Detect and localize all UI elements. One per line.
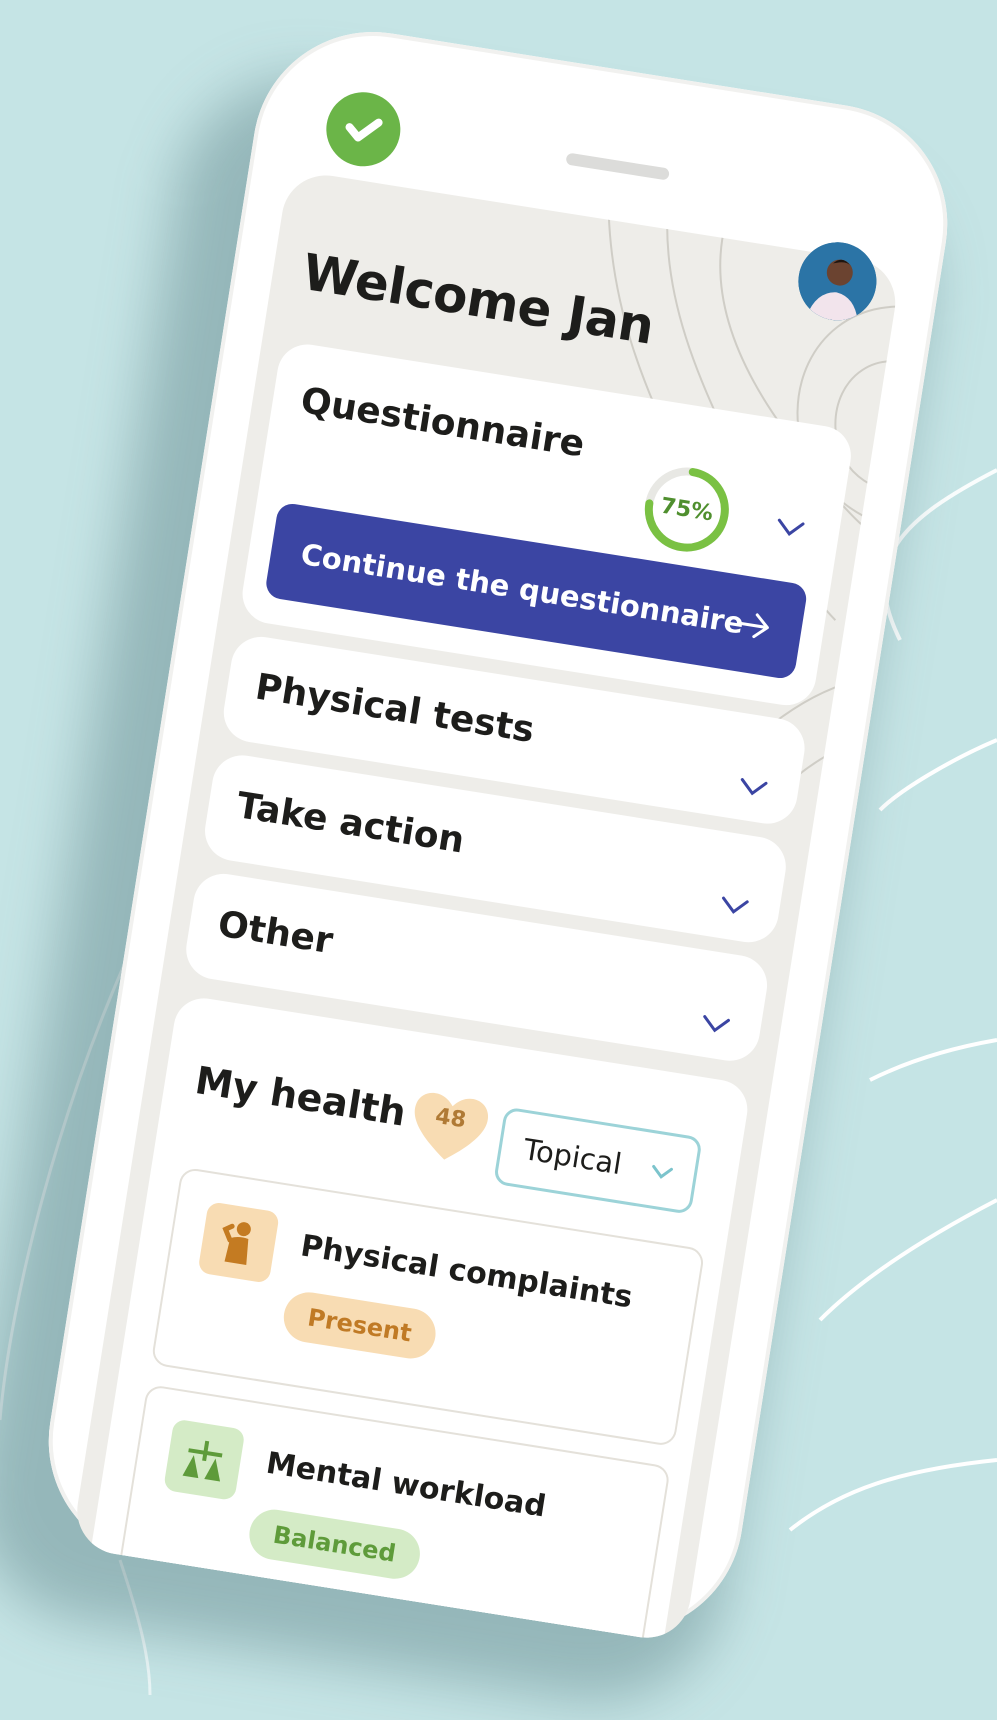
- chevron-down-icon[interactable]: [718, 894, 751, 918]
- progress-label: 75%: [658, 493, 715, 527]
- progress-ring: 75%: [634, 457, 739, 562]
- my-health-card: My health 48 Topical Physical complaints…: [84, 994, 752, 1644]
- chevron-down-icon[interactable]: [737, 775, 770, 799]
- health-item-title: Mental workload: [263, 1445, 549, 1525]
- heart-score-badge: 48: [404, 1084, 495, 1170]
- section-title: Physical tests: [252, 666, 538, 752]
- chevron-down-icon[interactable]: [774, 516, 807, 540]
- app-check-icon: [321, 86, 406, 172]
- person-shoulder-pain-icon: [197, 1201, 280, 1284]
- my-health-title: My health: [192, 1058, 409, 1135]
- section-title: Other: [215, 903, 336, 963]
- balance-scale-icon: [163, 1418, 246, 1501]
- phone-notch: [565, 152, 670, 181]
- section-title: Take action: [233, 785, 468, 862]
- questionnaire-title: Questionnaire: [297, 380, 588, 466]
- topical-dropdown[interactable]: Topical: [493, 1106, 703, 1215]
- status-badge: Present: [280, 1288, 439, 1363]
- chevron-down-icon[interactable]: [699, 1012, 732, 1036]
- status-badge: Balanced: [245, 1506, 424, 1583]
- arrow-right-icon: [738, 613, 769, 639]
- chevron-down-icon: [652, 1164, 673, 1179]
- dropdown-value: Topical: [521, 1132, 625, 1182]
